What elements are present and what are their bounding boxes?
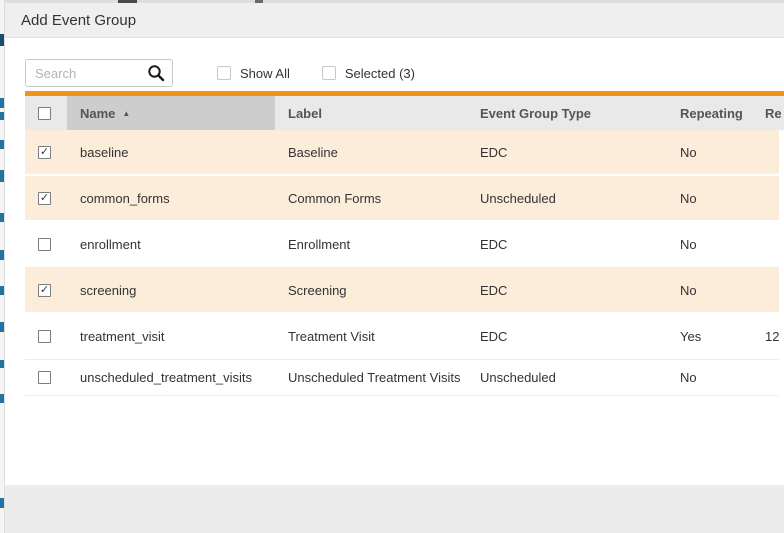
selected-filter: Selected (3): [322, 66, 415, 81]
cell-repeating: No: [667, 370, 752, 385]
cell-repeating: No: [667, 237, 752, 252]
show-all-label[interactable]: Show All: [240, 66, 290, 81]
cell-repeating: No: [667, 283, 752, 298]
column-header-event-group-type[interactable]: Event Group Type: [467, 96, 667, 130]
row-checkbox[interactable]: [38, 238, 51, 251]
cell-label: Enrollment: [275, 237, 467, 252]
cell-clipped-value: 12: [752, 329, 779, 344]
selected-label[interactable]: Selected (3): [345, 66, 415, 81]
column-header-repeating[interactable]: Repeating: [667, 96, 752, 130]
column-header-name[interactable]: Name ▲: [67, 96, 275, 130]
table-row[interactable]: ✓ baseline Baseline EDC No: [25, 130, 779, 176]
cell-name: enrollment: [67, 237, 275, 252]
search-box: [25, 59, 173, 87]
cell-label: Screening: [275, 283, 467, 298]
search-icon[interactable]: [147, 64, 165, 82]
row-checkbox[interactable]: ✓: [38, 146, 51, 159]
table-header-row: Name ▲ Label Event Group Type Repeating …: [25, 96, 784, 130]
dialog-title: Add Event Group: [21, 12, 136, 29]
event-group-table: Name ▲ Label Event Group Type Repeating …: [25, 91, 784, 396]
show-all-filter: Show All: [217, 66, 290, 81]
select-all-checkbox[interactable]: [38, 107, 51, 120]
dialog-footer: [5, 485, 784, 533]
cell-event-group-type: EDC: [467, 329, 667, 344]
filter-toolbar: Show All Selected (3): [25, 59, 415, 87]
table-row[interactable]: unscheduled_treatment_visits Unscheduled…: [25, 360, 779, 396]
cell-event-group-type: Unscheduled: [467, 191, 667, 206]
cell-event-group-type: EDC: [467, 283, 667, 298]
row-checkbox[interactable]: ✓: [38, 284, 51, 297]
cell-repeating: No: [667, 145, 752, 160]
dialog-title-bar: Add Event Group: [5, 3, 784, 38]
table-row[interactable]: treatment_visit Treatment Visit EDC Yes …: [25, 314, 779, 360]
row-checkbox[interactable]: [38, 330, 51, 343]
cell-name: unscheduled_treatment_visits: [67, 370, 275, 385]
table-row[interactable]: ✓ common_forms Common Forms Unscheduled …: [25, 176, 779, 222]
row-checkbox[interactable]: ✓: [38, 192, 51, 205]
cell-event-group-type: EDC: [467, 237, 667, 252]
row-checkbox[interactable]: [38, 371, 51, 384]
table-row[interactable]: ✓ screening Screening EDC No: [25, 268, 779, 314]
selected-checkbox[interactable]: [322, 66, 336, 80]
dialog-body: Show All Selected (3) Name ▲ Label: [5, 38, 784, 485]
show-all-checkbox[interactable]: [217, 66, 231, 80]
cell-label: Treatment Visit: [275, 329, 467, 344]
cell-label: Common Forms: [275, 191, 467, 206]
cell-label: Unscheduled Treatment Visits: [275, 370, 467, 385]
cell-name: treatment_visit: [67, 329, 275, 344]
cell-event-group-type: Unscheduled: [467, 370, 667, 385]
add-event-group-dialog: Add Event Group Show All Selected (3): [4, 3, 784, 533]
cell-label: Baseline: [275, 145, 467, 160]
header-select-all-cell: [25, 96, 67, 130]
cell-repeating: Yes: [667, 329, 752, 344]
cell-name: baseline: [67, 145, 275, 160]
table-row[interactable]: enrollment Enrollment EDC No: [25, 222, 779, 268]
cell-repeating: No: [667, 191, 752, 206]
cell-name: common_forms: [67, 191, 275, 206]
table-body: ✓ baseline Baseline EDC No ✓ common_form…: [25, 130, 779, 396]
column-header-clipped[interactable]: Re: [752, 96, 784, 130]
sort-asc-icon: ▲: [122, 109, 130, 118]
cell-event-group-type: EDC: [467, 145, 667, 160]
column-header-label[interactable]: Label: [275, 96, 467, 130]
cell-name: screening: [67, 283, 275, 298]
